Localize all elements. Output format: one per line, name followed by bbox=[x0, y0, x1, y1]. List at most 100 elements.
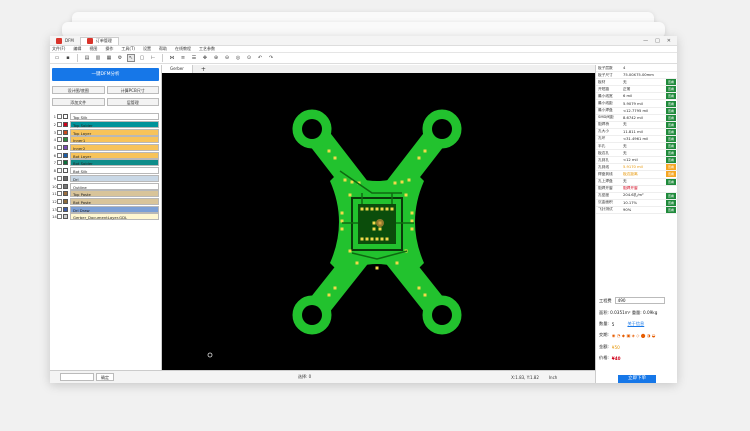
view-button[interactable]: 查看 bbox=[666, 100, 676, 107]
layer-color-swatch[interactable] bbox=[63, 206, 68, 212]
menu-settings[interactable]: 设置 bbox=[143, 46, 151, 52]
maximize-icon[interactable]: □ bbox=[655, 38, 660, 44]
layer-row[interactable]: 6 Bot Layer bbox=[52, 151, 159, 159]
open-folder-icon[interactable]: ▭ bbox=[53, 54, 61, 62]
layer-color-swatch[interactable] bbox=[63, 137, 68, 143]
measure-icon[interactable]: ⊢ bbox=[149, 54, 157, 62]
view-button[interactable]: 查看 bbox=[666, 171, 676, 178]
close-icon[interactable]: ✕ bbox=[667, 38, 671, 44]
calc-pcb-size-button[interactable]: 计算PCB尺寸 bbox=[106, 86, 159, 94]
settings-icon[interactable]: ⚙ bbox=[116, 54, 124, 62]
layer-row[interactable]: 14 Gerber_DocumentLayer.GDL bbox=[52, 213, 159, 221]
layer-visibility-checkbox[interactable] bbox=[57, 114, 62, 120]
menu-tutorial[interactable]: 在线教程 bbox=[175, 46, 191, 52]
status-confirm-button[interactable]: 确定 bbox=[96, 373, 114, 381]
layer-visibility-checkbox[interactable] bbox=[57, 168, 62, 174]
view-button[interactable]: 查看 bbox=[666, 93, 676, 100]
layer-color-swatch[interactable] bbox=[63, 114, 68, 120]
order-now-button[interactable]: 立即下单 bbox=[618, 375, 656, 383]
delivery-icons[interactable]: ◉ ◔ ◆ ▣ ◈ ◇ ⬤ ◑ ◒ bbox=[612, 333, 656, 338]
layer-visibility-checkbox[interactable] bbox=[57, 191, 62, 197]
view-button[interactable]: 查看 bbox=[666, 178, 676, 185]
print-icon[interactable]: ▤ bbox=[83, 54, 91, 62]
view-button[interactable]: 查看 bbox=[666, 164, 676, 171]
layer-color-swatch[interactable] bbox=[63, 198, 68, 204]
layer-color-swatch[interactable] bbox=[63, 160, 68, 166]
undo-icon[interactable]: ↶ bbox=[256, 54, 264, 62]
export-icon[interactable]: ▥ bbox=[94, 54, 102, 62]
layer-color-swatch[interactable] bbox=[63, 145, 68, 151]
view-button[interactable]: 查看 bbox=[666, 79, 676, 86]
layer-row[interactable]: 11 Top Paste bbox=[52, 190, 159, 198]
minimize-icon[interactable]: — bbox=[643, 38, 648, 44]
view-button[interactable]: 查看 bbox=[666, 150, 676, 157]
layer-visibility-checkbox[interactable] bbox=[57, 183, 62, 189]
zoom-out-icon[interactable]: ⊖ bbox=[223, 54, 231, 62]
layer-color-swatch[interactable] bbox=[63, 152, 68, 158]
grid-icon[interactable]: ▦ bbox=[105, 54, 113, 62]
view-button[interactable]: 查看 bbox=[666, 114, 676, 121]
layer-visibility-checkbox[interactable] bbox=[57, 198, 62, 204]
align-icon[interactable]: ☰ bbox=[190, 54, 198, 62]
layer-visibility-checkbox[interactable] bbox=[57, 160, 62, 166]
layer-color-swatch[interactable] bbox=[63, 175, 68, 181]
status-input[interactable] bbox=[60, 373, 94, 381]
view-button[interactable]: 查看 bbox=[666, 206, 676, 213]
qty-info-link[interactable]: 关于信息 bbox=[627, 321, 644, 327]
design-drawing-button[interactable]: 设计图/底图 bbox=[52, 86, 105, 94]
layer-row[interactable]: 3 Top Layer bbox=[52, 128, 159, 136]
layer-row[interactable]: 4 Inner1 bbox=[52, 136, 159, 144]
layer-color-swatch[interactable] bbox=[63, 129, 68, 135]
layer-row[interactable]: 1 Top Silk bbox=[52, 113, 159, 121]
menu-process-params[interactable]: 工艺参数 bbox=[199, 46, 215, 52]
layer-manage-button[interactable]: 层管理 bbox=[106, 98, 159, 106]
layer-row[interactable]: 5 Inner2 bbox=[52, 144, 159, 152]
tab-dfm[interactable]: DFM bbox=[50, 37, 80, 45]
process-value[interactable]: 490 bbox=[614, 297, 665, 304]
add-tab-icon[interactable]: + bbox=[193, 66, 214, 73]
view-button[interactable]: 查看 bbox=[666, 86, 676, 93]
view-button[interactable]: 查看 bbox=[666, 121, 676, 128]
zoom-fit-icon[interactable]: ◎ bbox=[234, 54, 242, 62]
tab-order-management[interactable]: 订单管理 bbox=[79, 36, 119, 45]
pan-icon[interactable]: ✥ bbox=[201, 54, 209, 62]
view-button[interactable]: 查看 bbox=[666, 143, 676, 150]
menu-tools[interactable]: 工具(T) bbox=[121, 46, 135, 52]
layer-color-swatch[interactable] bbox=[63, 214, 68, 220]
view-button[interactable]: 查看 bbox=[666, 107, 676, 114]
layer-visibility-checkbox[interactable] bbox=[57, 206, 62, 212]
save-icon[interactable]: ▪ bbox=[64, 54, 72, 62]
view-button[interactable]: 查看 bbox=[666, 157, 676, 164]
tab-gerber[interactable]: Gerber bbox=[162, 65, 193, 73]
layer-visibility-checkbox[interactable] bbox=[57, 137, 62, 143]
layer-row[interactable]: 2 Top Solder bbox=[52, 121, 159, 129]
dfm-analyze-button[interactable]: 一键DFM分析 bbox=[52, 68, 159, 81]
view-button[interactable]: 查看 bbox=[666, 128, 676, 135]
layer-visibility-checkbox[interactable] bbox=[57, 122, 62, 128]
layer-visibility-checkbox[interactable] bbox=[57, 214, 62, 220]
menu-operate[interactable]: 操作 bbox=[105, 46, 113, 52]
layer-visibility-checkbox[interactable] bbox=[57, 152, 62, 158]
select-box-icon[interactable]: ▢ bbox=[138, 54, 146, 62]
layer-color-swatch[interactable] bbox=[63, 191, 68, 197]
layer-color-swatch[interactable] bbox=[63, 183, 68, 189]
layer-color-swatch[interactable] bbox=[63, 122, 68, 128]
layers-icon[interactable]: ≡ bbox=[179, 54, 187, 62]
layer-visibility-checkbox[interactable] bbox=[57, 129, 62, 135]
network-icon[interactable]: ⋈ bbox=[168, 54, 176, 62]
menu-edit[interactable]: 编辑 bbox=[73, 46, 81, 52]
layer-visibility-checkbox[interactable] bbox=[57, 145, 62, 151]
layer-row[interactable]: 9 Drl bbox=[52, 174, 159, 183]
view-button[interactable]: 查看 bbox=[666, 135, 676, 142]
layer-row[interactable]: 8 Bot Silk bbox=[52, 167, 159, 175]
redo-icon[interactable]: ↷ bbox=[267, 54, 275, 62]
menu-view[interactable]: 视图 bbox=[89, 46, 97, 52]
layer-visibility-checkbox[interactable] bbox=[57, 175, 62, 181]
menu-file[interactable]: 文件(F) bbox=[52, 46, 65, 52]
view-button[interactable]: 查看 bbox=[666, 192, 676, 199]
layer-row[interactable]: 13 Drl Draw bbox=[52, 205, 159, 213]
zoom-window-icon[interactable]: ⊙ bbox=[245, 54, 253, 62]
layer-row[interactable]: 7 Bot Solder bbox=[52, 159, 159, 167]
qty-value[interactable]: 5 bbox=[612, 322, 615, 327]
add-file-button[interactable]: 添加文件 bbox=[52, 98, 105, 106]
